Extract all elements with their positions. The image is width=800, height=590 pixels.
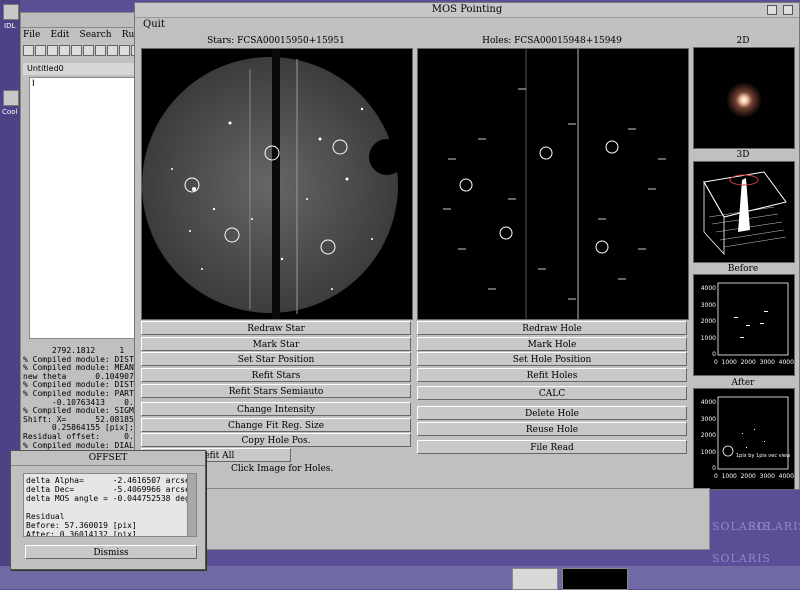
offset-dialog-title: OFFSET — [11, 451, 205, 466]
solaris-wallpaper-logo: SOLARIS — [712, 552, 771, 565]
x-tick: 0 — [714, 473, 718, 480]
y-tick: 4000 — [700, 285, 716, 292]
panel-2d-label: 2D — [736, 36, 750, 46]
stars-title: Stars: FCSA00015950+15951 — [207, 36, 345, 46]
desktop-icon-label: Cool — [2, 108, 18, 116]
maximize-icon[interactable] — [783, 5, 793, 15]
minimize-icon[interactable] — [767, 5, 777, 15]
change-fit-reg-size-button[interactable]: Change Fit Reg. Size — [141, 418, 411, 432]
y-tick: 4000 — [700, 399, 716, 406]
redraw-star-button[interactable]: Redraw Star — [141, 321, 411, 335]
set-hole-position-button[interactable]: Set Hole Position — [417, 352, 687, 366]
stars-image[interactable] — [141, 48, 413, 320]
before-x-ticks: 0 1000 2000 3000 4000 — [714, 359, 794, 366]
offset-line: delta MOS angle = -0.044752538 deg. — [26, 494, 189, 503]
refit-stars-semiauto-button[interactable]: Refit Stars Semiauto — [141, 384, 411, 398]
change-intensity-button[interactable]: Change Intensity — [141, 402, 411, 416]
psf-2d-svg — [726, 82, 762, 118]
x-tick: 4000 — [778, 473, 794, 480]
menu-edit[interactable]: Edit — [51, 30, 70, 40]
copy-icon[interactable] — [107, 45, 118, 56]
taskbar-app-icon[interactable] — [512, 568, 558, 590]
psf-3d-svg — [703, 171, 787, 256]
mark-star-button[interactable]: Mark Star — [141, 337, 411, 351]
delete-hole-button[interactable]: Delete Hole — [417, 406, 687, 420]
psf-2d-image — [693, 47, 795, 149]
reuse-hole-button[interactable]: Reuse Hole — [417, 422, 687, 436]
psf-3d-surface — [693, 161, 795, 263]
solaris-wallpaper-logo: SOLARIS — [748, 520, 800, 533]
paste-icon[interactable] — [119, 45, 130, 56]
y-tick: 1000 — [700, 448, 716, 456]
x-tick: 3000 — [759, 359, 775, 366]
copy-hole-pos-button[interactable]: Copy Hole Pos. — [141, 433, 411, 447]
holes-title: Holes: FCSA00015948+15949 — [482, 36, 622, 46]
text-cursor: I — [32, 79, 35, 89]
x-tick: 2000 — [740, 359, 756, 366]
holes-field-svg — [443, 49, 666, 319]
offset-results-text: delta Alpha= -2.4616507 arcsec delta Dec=… — [23, 473, 189, 537]
cut-icon[interactable] — [95, 45, 106, 56]
after-x-ticks: 0 1000 2000 3000 4000 — [714, 473, 794, 480]
file-read-button[interactable]: File Read — [417, 440, 687, 454]
panel-after-label: After — [731, 378, 755, 388]
x-tick: 1000 — [721, 359, 737, 366]
redo-icon[interactable] — [83, 45, 94, 56]
x-tick: 0 — [714, 359, 718, 366]
mos-menubar: Quit — [135, 18, 799, 32]
y-tick: 3000 — [700, 415, 716, 423]
dismiss-button[interactable]: Dismiss — [25, 545, 197, 559]
x-tick: 2000 — [740, 473, 756, 480]
menu-file[interactable]: File — [23, 30, 40, 40]
y-tick: 2000 — [700, 318, 716, 325]
calc-button[interactable]: CALC — [417, 386, 687, 400]
refit-holes-button[interactable]: Refit Holes — [417, 368, 687, 382]
print-icon[interactable] — [59, 45, 70, 56]
open-file-icon[interactable] — [35, 45, 46, 56]
quit-menu[interactable]: Quit — [143, 19, 165, 30]
offset-scrollbar[interactable] — [187, 473, 197, 537]
taskbar-load-meter — [562, 568, 628, 590]
holes-image[interactable] — [417, 48, 689, 320]
status-message: Click Image for Holes. — [231, 464, 334, 474]
redraw-hole-button[interactable]: Redraw Hole — [417, 321, 687, 335]
y-tick: 1000 — [700, 334, 716, 342]
panel-before-label: Before — [727, 264, 759, 274]
offset-line — [26, 503, 188, 512]
mark-hole-button[interactable]: Mark Hole — [417, 337, 687, 351]
y-tick: 2000 — [700, 432, 716, 439]
editor-toolbar — [23, 45, 142, 59]
offset-line: Residual — [26, 512, 65, 521]
offset-line: After: 0.36014132 [pix] — [26, 530, 137, 537]
undo-icon[interactable] — [71, 45, 82, 56]
x-tick: 4000 — [778, 359, 794, 366]
after-y-ticks: 4000 3000 2000 1000 0 — [698, 395, 716, 478]
refit-stars-button[interactable]: Refit Stars — [141, 368, 411, 382]
new-file-icon[interactable] — [23, 45, 34, 56]
y-tick: 3000 — [700, 301, 716, 309]
desktop-icon-label: IDL — [4, 22, 16, 30]
offset-line: delta Alpha= -2.4616507 arcsec — [26, 476, 189, 485]
set-star-position-button[interactable]: Set Star Position — [141, 352, 411, 366]
desktop-app-icon[interactable] — [3, 4, 19, 20]
before-residual-plot: 4000 3000 2000 1000 0 0 1000 2000 3000 4… — [693, 274, 795, 376]
stars-field-svg — [142, 49, 405, 319]
after-plot-note: 1pix by 1pix vec view — [736, 453, 791, 459]
desktop-app-icon[interactable] — [3, 90, 19, 106]
panel-3d-label: 3D — [736, 150, 750, 160]
offset-dialog: OFFSET delta Alpha= -2.4616507 arcsec del… — [10, 450, 206, 570]
offset-line: Before: 57.360019 [pix] — [26, 521, 137, 530]
background-window-bottom — [204, 488, 710, 550]
mos-pointing-window: MOS Pointing Quit Stars: FCSA00015950+15… — [134, 2, 800, 490]
before-y-ticks: 4000 3000 2000 1000 0 — [698, 281, 716, 364]
x-tick: 1000 — [721, 473, 737, 480]
save-icon[interactable] — [47, 45, 58, 56]
menu-search[interactable]: Search — [80, 30, 112, 40]
after-residual-plot: 4000 3000 2000 1000 0 1pix by 1pix vec v… — [693, 388, 795, 490]
window-title: MOS Pointing — [135, 3, 799, 18]
offset-line: delta Dec= -5.4069966 arcsec — [26, 485, 189, 494]
x-tick: 3000 — [759, 473, 775, 480]
